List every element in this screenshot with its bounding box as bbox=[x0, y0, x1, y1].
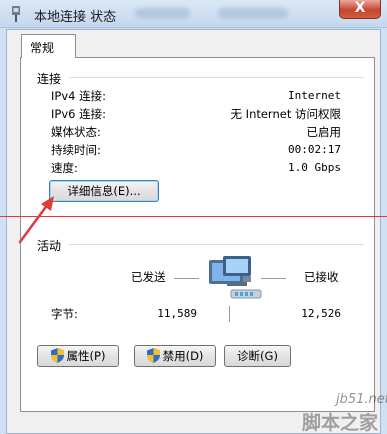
uac-shield-icon bbox=[146, 348, 160, 363]
bytes-sent-value: 11,589 bbox=[157, 307, 197, 320]
properties-button[interactable]: 属性(P) bbox=[37, 345, 119, 367]
sent-label: 已发送 bbox=[131, 270, 166, 284]
duration-label: 持续时间: bbox=[51, 143, 101, 157]
disable-button-label: 禁用(D) bbox=[162, 349, 204, 363]
diagnose-button[interactable]: 诊断(G) bbox=[224, 345, 291, 367]
uac-shield-icon bbox=[50, 348, 64, 363]
group-divider bbox=[69, 244, 364, 245]
ipv6-value: 无 Internet 访问权限 bbox=[230, 107, 341, 121]
blurred-region bbox=[218, 8, 288, 18]
properties-button-label: 属性(P) bbox=[66, 349, 106, 363]
activity-divider bbox=[229, 306, 230, 322]
tab-panel-general: 连接 IPv4 连接: Internet IPv6 连接: 无 Internet… bbox=[20, 57, 375, 412]
ipv6-label: IPv6 连接: bbox=[51, 107, 106, 121]
speed-label: 速度: bbox=[51, 161, 78, 175]
bytes-label: 字节: bbox=[51, 307, 78, 321]
close-button[interactable]: X bbox=[339, 0, 381, 19]
window-title: 本地连接 状态 bbox=[34, 10, 117, 25]
network-computer-icon bbox=[209, 256, 262, 299]
sent-divider bbox=[174, 278, 199, 279]
network-adapter-icon bbox=[12, 6, 20, 22]
disable-button[interactable]: 禁用(D) bbox=[134, 345, 216, 367]
duration-value: 00:02:17 bbox=[288, 143, 341, 156]
group-divider bbox=[69, 77, 364, 78]
watermark-site: jb51.net bbox=[336, 392, 387, 407]
media-state-label: 媒体状态: bbox=[51, 125, 101, 139]
bytes-received-value: 12,526 bbox=[301, 307, 341, 320]
blurred-region bbox=[135, 8, 190, 18]
details-button[interactable]: 详细信息(E)... bbox=[49, 180, 159, 202]
title-bar: 本地连接 状态 X bbox=[0, 0, 387, 28]
ipv4-label: IPv4 连接: bbox=[51, 89, 106, 103]
watermark-brand: 脚本之家 bbox=[302, 412, 379, 434]
received-label: 已接收 bbox=[304, 270, 339, 284]
tab-general[interactable]: 常规 bbox=[21, 34, 76, 58]
media-state-value: 已启用 bbox=[306, 125, 342, 139]
ipv4-value: Internet bbox=[288, 89, 341, 102]
annotation-arrow-icon bbox=[18, 196, 54, 244]
connection-section-title: 连接 bbox=[37, 70, 66, 87]
speed-value: 1.0 Gbps bbox=[288, 161, 341, 174]
